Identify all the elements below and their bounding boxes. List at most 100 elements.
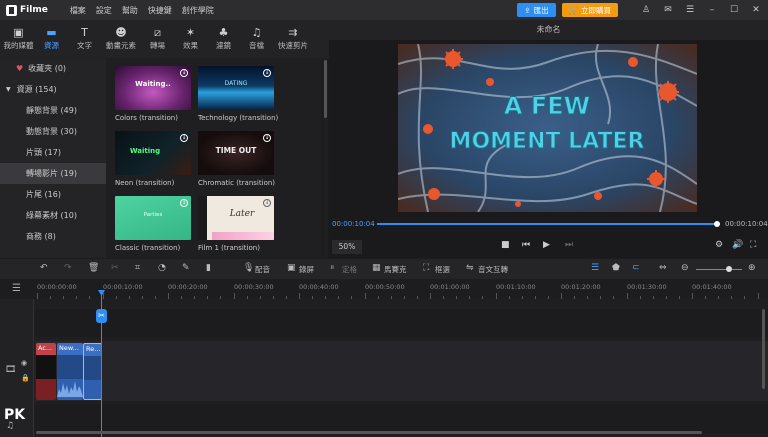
audio-track-lane[interactable] (35, 405, 768, 433)
mosaic-button[interactable]: 馬賽克 (384, 264, 407, 275)
color-icon[interactable]: ▮ (206, 263, 211, 273)
sidebar-item-green-screen[interactable]: 綠幕素材 (10) (0, 205, 106, 226)
menu-settings[interactable]: 設定 (96, 5, 112, 16)
library-card-film1[interactable]: Later ↓ Film 1 (transition) (198, 196, 274, 252)
timeline-zoom-knob[interactable] (726, 266, 732, 272)
download-icon[interactable]: ↓ (263, 199, 271, 207)
undo-icon[interactable]: ↶ (40, 263, 48, 273)
filme-logo-icon (6, 4, 17, 16)
account-icon[interactable]: ♙ (638, 5, 654, 15)
text-to-speech-button[interactable]: 音文互轉 (478, 264, 508, 275)
library-scrollbar[interactable] (323, 58, 328, 258)
download-icon[interactable]: ↓ (180, 134, 188, 142)
library-card-colors[interactable]: Waiting.. ↓ Colors (transition) (115, 66, 191, 122)
stop-icon[interactable]: ■ (501, 240, 510, 250)
library-card-chromatic[interactable]: TIME OUT ↓ Chromatic (transition) (198, 131, 275, 187)
tab-transitions[interactable]: ⧄ 轉場 (141, 20, 174, 58)
download-icon[interactable]: ↓ (263, 69, 271, 77)
library-card-technology[interactable]: DATING ↓ Technology (transition) (198, 66, 278, 122)
record-screen-icon[interactable]: ▣ (287, 263, 296, 273)
play-icon[interactable]: ▶ (543, 240, 550, 250)
sidebar-item-resources[interactable]: ▼ 資源 (154) (0, 79, 106, 100)
next-frame-icon[interactable]: ⏭ (565, 240, 573, 250)
sidebar-item-favorites[interactable]: ♥ 收藏夾 (0) (0, 58, 106, 79)
timeline-zoom-slider[interactable] (696, 269, 742, 270)
menu-help[interactable]: 幫助 (122, 5, 138, 16)
zoom-in-icon[interactable]: ⊕ (748, 263, 756, 273)
frame-select-icon[interactable]: ⛶ (423, 263, 429, 273)
lock-icon[interactable]: 🔒 (21, 374, 30, 382)
sidebar-item-business[interactable]: 商務 (8) (0, 226, 106, 247)
marker-icon[interactable]: ⬟ (612, 263, 620, 273)
tab-animated-elements[interactable]: ☻ 動畫元素 (101, 20, 141, 58)
timeline-clip-2[interactable]: New... (57, 343, 83, 400)
timeline-vertical-scrollbar[interactable] (762, 309, 765, 389)
tab-resources[interactable]: ▬ 資源 (35, 20, 68, 58)
prev-frame-icon[interactable]: ⏮ (522, 240, 530, 250)
message-icon[interactable]: ✉ (660, 5, 676, 15)
zoom-out-icon[interactable]: ⊖ (681, 263, 689, 273)
volume-icon[interactable]: 🔊 (732, 240, 743, 250)
redo-icon[interactable]: ↷ (64, 263, 72, 273)
download-icon[interactable]: ↓ (263, 134, 271, 142)
freeze-frame-button[interactable]: 定格 (342, 264, 357, 275)
menu-icon[interactable]: ☰ (682, 5, 698, 15)
tab-label: 效果 (183, 41, 198, 50)
speed-icon[interactable]: ◔ (158, 263, 166, 273)
filter-icon: ♣ (218, 26, 229, 39)
tab-filters[interactable]: ♣ 濾鏡 (207, 20, 240, 58)
record-button[interactable]: 錄屏 (299, 264, 314, 275)
timeline-ruler[interactable]: ☰ 00:00:00:00 00:00:10:00 00:00:20:00 00… (0, 279, 768, 299)
export-button[interactable]: ⇪ 匯出 (517, 3, 556, 17)
eye-icon[interactable]: ◉ (21, 359, 27, 367)
menu-academy[interactable]: 創作學院 (182, 5, 214, 16)
frame-select-button[interactable]: 框選 (435, 264, 450, 275)
freeze-frame-icon[interactable]: ⏸ (330, 263, 335, 273)
minimize-icon[interactable]: – (704, 5, 720, 15)
mosaic-icon[interactable]: ▦ (372, 263, 381, 273)
text-to-speech-icon[interactable]: ⇋ (466, 263, 474, 273)
progress-knob[interactable] (714, 221, 720, 227)
microphone-icon[interactable]: 🎙 (243, 263, 254, 273)
preview-progress-bar[interactable] (377, 221, 720, 227)
sidebar-item-transition-clips[interactable]: 轉場影片 (19) (0, 163, 106, 184)
tab-effects[interactable]: ✶ 效果 (174, 20, 207, 58)
close-icon[interactable]: ✕ (748, 5, 764, 15)
download-icon[interactable]: ↓ (180, 69, 188, 77)
maximize-icon[interactable]: ☐ (726, 5, 742, 15)
voiceover-button[interactable]: 配音 (255, 264, 270, 275)
split-marker-icon[interactable]: ✂ (96, 309, 107, 323)
sidebar-item-static-bg[interactable]: 靜態背景 (49) (0, 100, 106, 121)
tab-quick-edit[interactable]: ⇉ 快速剪片 (273, 20, 313, 58)
tab-music[interactable]: ♫ 音檔 (240, 20, 273, 58)
sidebar-item-intro[interactable]: 片頭 (17) (0, 142, 106, 163)
download-icon[interactable]: ↓ (180, 199, 188, 207)
menu-file[interactable]: 檔案 (70, 5, 86, 16)
fullscreen-icon[interactable]: ⛶ (750, 240, 756, 250)
video-track-lane[interactable] (35, 341, 768, 401)
track-menu-icon[interactable]: ☰ (12, 283, 21, 294)
menu-shortcuts[interactable]: 快捷鍵 (148, 5, 172, 16)
scrollbar-thumb[interactable] (324, 60, 327, 118)
crop-icon[interactable]: ⌗ (135, 263, 140, 273)
sidebar-item-outro[interactable]: 片尾 (16) (0, 184, 106, 205)
library-card-classic[interactable]: Parties ↓ Classic (transition) (115, 196, 191, 252)
fit-timeline-icon[interactable]: ⇔ (659, 263, 667, 273)
text-track-lane[interactable] (35, 309, 768, 337)
sidebar-item-dynamic-bg[interactable]: 動態背景 (30) (0, 121, 106, 142)
timeline-horizontal-scrollbar[interactable] (36, 431, 702, 434)
preview-zoom-select[interactable]: 50% (332, 240, 362, 254)
layers-icon[interactable]: ☰ (591, 263, 599, 273)
tab-my-media[interactable]: ▣ 我的媒體 (2, 20, 35, 58)
library-card-neon[interactable]: Waiting ↓ Neon (transition) (115, 131, 191, 187)
settings-gear-icon[interactable]: ⚙ (715, 240, 723, 250)
timeline-clip-3[interactable]: Re... (83, 343, 102, 400)
main-menu: 檔案 設定 幫助 快捷鍵 創作學院 (70, 5, 214, 16)
timeline-clip-1[interactable]: Ac... (36, 343, 56, 400)
delete-icon[interactable]: 🗑 (88, 263, 99, 273)
tab-text[interactable]: T 文字 (68, 20, 101, 58)
magnet-icon[interactable]: ⊂ (632, 263, 640, 273)
buy-button[interactable]: 🛒 立即購買 (561, 3, 618, 17)
cut-icon[interactable]: ✂ (111, 263, 119, 273)
edit-pen-icon[interactable]: ✎ (182, 263, 190, 273)
